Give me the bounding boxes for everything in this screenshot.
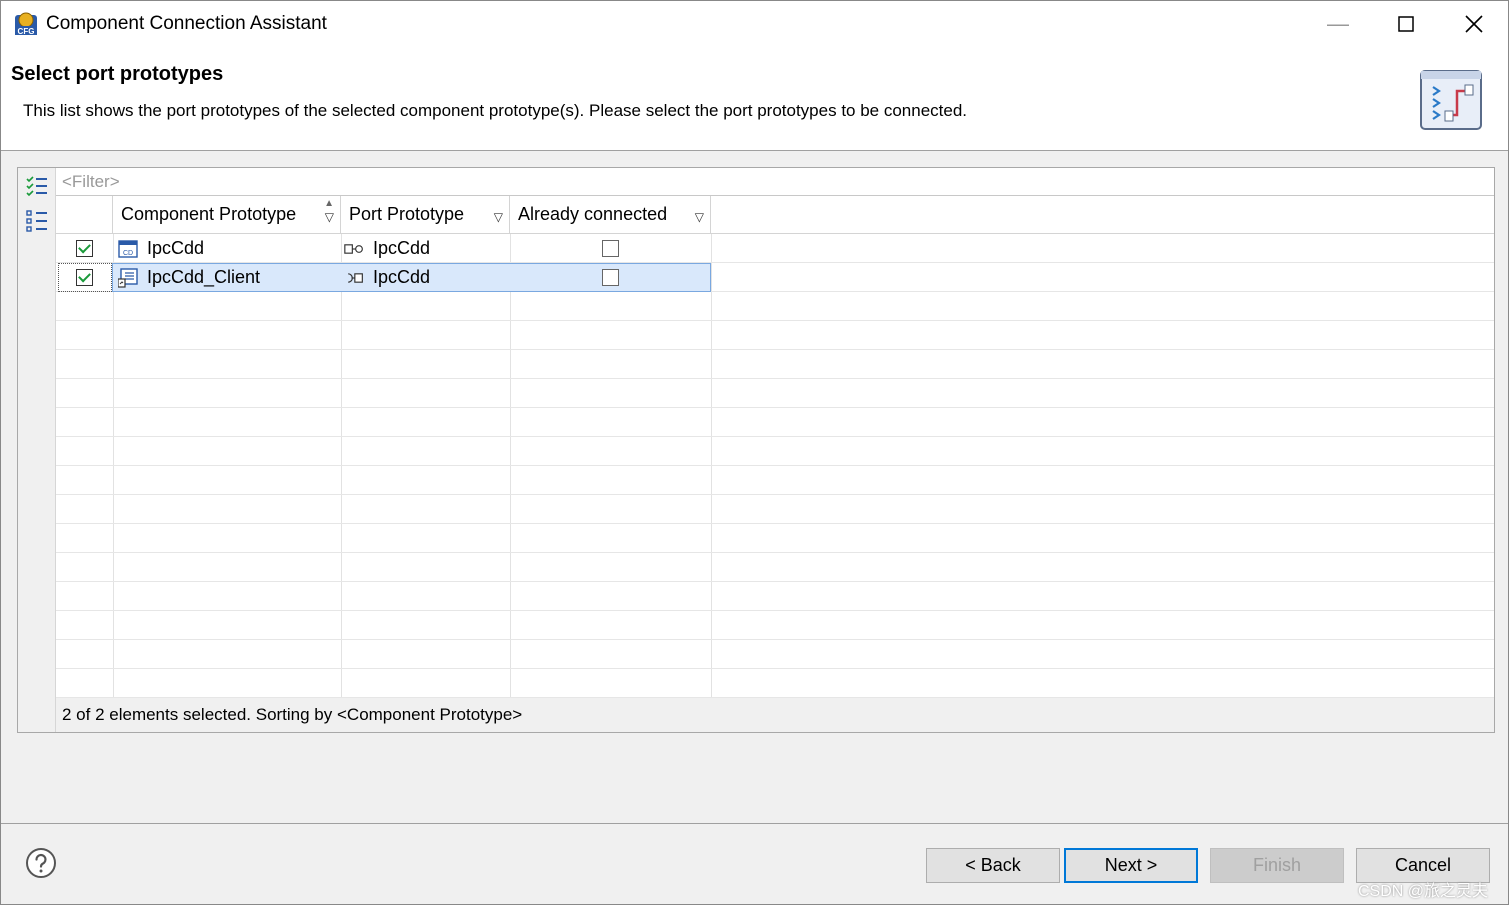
checkbox-checked[interactable] xyxy=(76,240,93,257)
client-component-icon xyxy=(118,267,138,288)
empty-row xyxy=(56,321,1494,350)
empty-row xyxy=(56,611,1494,640)
port-name: IpcCdd xyxy=(373,267,431,287)
port-cell: IpcCdd xyxy=(344,234,430,263)
finish-button[interactable]: Finish xyxy=(1210,848,1344,883)
port-cell: IpcCdd xyxy=(344,263,430,292)
minimize-button[interactable]: — xyxy=(1304,1,1372,47)
empty-row xyxy=(56,524,1494,553)
svg-text:CD: CD xyxy=(123,250,133,257)
page-title: Select port prototypes xyxy=(11,63,224,85)
empty-row xyxy=(56,437,1494,466)
empty-row xyxy=(56,292,1494,321)
component-cell: IpcCdd_Client xyxy=(118,263,260,292)
empty-row xyxy=(56,669,1494,698)
component-icon: CD xyxy=(118,239,138,258)
port-name: IpcCdd xyxy=(373,238,431,258)
filter-input[interactable]: <Filter> xyxy=(56,168,1494,196)
maximize-button[interactable] xyxy=(1372,1,1440,47)
already-connected-checkbox xyxy=(602,269,619,286)
column-filter-icon[interactable]: ▽ xyxy=(695,210,704,224)
column-header-already-connected[interactable]: Already connected ▽ xyxy=(510,196,711,234)
maximize-icon xyxy=(1398,16,1414,32)
row-checkbox[interactable] xyxy=(76,263,93,292)
column-filter-icon[interactable]: ▽ xyxy=(494,210,503,224)
port-selection-panel: <Filter> Component Prototype ▲ ▽ Port Pr… xyxy=(17,167,1495,733)
component-cell: CD IpcCdd xyxy=(118,234,204,263)
button-bar-separator xyxy=(1,823,1508,824)
close-icon xyxy=(1465,15,1483,33)
require-port-icon xyxy=(348,272,363,283)
component-name: IpcCdd xyxy=(147,238,205,258)
already-connected-cell xyxy=(602,234,619,263)
provide-port-icon xyxy=(344,243,363,254)
table-row[interactable]: IpcCdd_Client IpcCdd xyxy=(56,263,1494,292)
connection-wizard-icon xyxy=(1420,70,1482,130)
empty-row xyxy=(56,640,1494,669)
select-all-icon[interactable] xyxy=(24,174,50,200)
empty-row xyxy=(56,553,1494,582)
table-header: Component Prototype ▲ ▽ Port Prototype ▽… xyxy=(56,196,1494,234)
dialog-window: CFG Component Connection Assistant — Sel… xyxy=(0,0,1509,905)
column-filter-icon[interactable]: ▽ xyxy=(325,210,334,224)
empty-row xyxy=(56,350,1494,379)
back-button[interactable]: < Back xyxy=(926,848,1060,883)
column-header-component-prototype[interactable]: Component Prototype ▲ ▽ xyxy=(113,196,341,234)
watermark: CSDN @旅之灵夫 xyxy=(1358,883,1489,900)
row-checkbox[interactable] xyxy=(76,234,93,263)
checkbox-column-header[interactable] xyxy=(56,196,113,234)
already-connected-checkbox xyxy=(602,240,619,257)
column-label: Port Prototype xyxy=(349,204,465,224)
column-header-port-prototype[interactable]: Port Prototype ▽ xyxy=(341,196,510,234)
empty-row xyxy=(56,408,1494,437)
next-button[interactable]: Next > xyxy=(1064,848,1198,883)
title-bar: CFG Component Connection Assistant — xyxy=(1,1,1508,47)
help-icon[interactable] xyxy=(25,847,57,879)
sort-ascending-icon: ▲ xyxy=(324,198,334,209)
page-description: This list shows the port prototypes of t… xyxy=(23,101,968,120)
close-button[interactable] xyxy=(1440,1,1508,47)
table-row[interactable]: CD IpcCdd IpcCdd xyxy=(56,234,1494,263)
wizard-header: Select port prototypes This list shows t… xyxy=(1,47,1508,151)
empty-row xyxy=(56,495,1494,524)
column-label: Already connected xyxy=(518,204,668,224)
component-name: IpcCdd_Client xyxy=(147,267,261,287)
already-connected-cell xyxy=(602,263,619,292)
status-bar: 2 of 2 elements selected. Sorting by <Co… xyxy=(56,698,1494,732)
checkbox-checked[interactable] xyxy=(76,269,93,286)
empty-row xyxy=(56,466,1494,495)
cfg-app-icon: CFG xyxy=(15,12,37,36)
window-title: Component Connection Assistant xyxy=(46,13,327,34)
deselect-all-icon[interactable] xyxy=(24,208,50,234)
empty-row xyxy=(56,582,1494,611)
empty-row xyxy=(56,379,1494,408)
column-label: Component Prototype xyxy=(121,204,297,224)
side-toolbar xyxy=(18,168,56,732)
svg-text:CFG: CFG xyxy=(18,27,35,36)
port-table: Component Prototype ▲ ▽ Port Prototype ▽… xyxy=(56,196,1494,700)
